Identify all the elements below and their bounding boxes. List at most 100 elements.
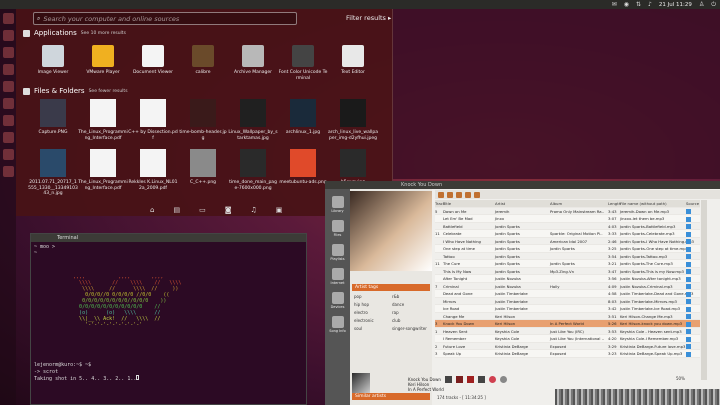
filter-results-button[interactable]: Filter results ▸ xyxy=(346,14,391,22)
volume-icon[interactable]: ♪ xyxy=(648,0,652,9)
table-row[interactable]: I Remember Keyshia Cole Just Like You (Int… xyxy=(435,335,700,343)
music-sidebar-item[interactable]: Library xyxy=(325,189,350,213)
table-row[interactable]: 7 Criminal Justin Nozuka Holly 4:09 Justin No… xyxy=(435,283,700,290)
play-button[interactable] xyxy=(456,376,463,383)
edit-icon[interactable] xyxy=(465,191,471,198)
result-item[interactable]: Font Color Unicode Terminal xyxy=(278,45,328,81)
launcher-item[interactable] xyxy=(2,166,14,177)
result-item[interactable]: Image Viewer xyxy=(28,45,78,81)
shuffle-icon[interactable] xyxy=(474,191,480,198)
table-row[interactable]: I Who Have Nothing Jordin Sparks American … xyxy=(435,238,700,245)
open-icon[interactable] xyxy=(447,191,453,198)
result-item[interactable]: Document Viewer xyxy=(128,45,178,81)
search-input[interactable]: ⌕ Search your computer and online source… xyxy=(33,12,297,25)
table-row[interactable]: Change Me Keri Hilson 3:51 Keri Hilson-Chan… xyxy=(435,313,700,320)
music-sidebar-item[interactable]: Song Info xyxy=(325,309,350,333)
result-item[interactable]: Capture.PNG xyxy=(28,99,78,141)
launcher-item[interactable] xyxy=(2,98,14,109)
column-header[interactable]: File name (without path) xyxy=(620,200,686,207)
result-item[interactable]: Archive Manager xyxy=(228,45,278,81)
apps-lens-icon[interactable]: ▤ xyxy=(173,206,180,214)
table-row[interactable]: Let Em' Be Mad Jinxx 3:07 jinxxx-let them b… xyxy=(435,215,700,223)
launcher-item[interactable] xyxy=(2,30,14,41)
result-item[interactable]: archlinux_1.jpg xyxy=(278,99,328,141)
column-header[interactable]: Title xyxy=(443,200,495,207)
table-row[interactable]: 3 Knock You Down Keri Hilson In A Perfect W… xyxy=(435,320,700,328)
result-item[interactable]: The_Linux_Programming_Interface.pdf xyxy=(78,99,128,141)
artist-tag[interactable]: club xyxy=(392,318,430,323)
result-item[interactable]: time-bomb-header.jpg xyxy=(178,99,228,141)
result-item[interactable]: meetubuntu-ads.png xyxy=(278,149,328,197)
launcher-item[interactable] xyxy=(2,149,14,160)
result-item[interactable]: VMware Player xyxy=(78,45,128,81)
result-item[interactable]: C++ by Dissection.pdf xyxy=(128,99,178,141)
mail-icon[interactable]: ✉ xyxy=(612,0,617,9)
column-header[interactable]: Album xyxy=(550,200,608,207)
result-item[interactable]: The_Linux_Programming_Interface.pdf xyxy=(78,149,128,197)
result-item[interactable]: Rekkles K.Linux_NL012a_2009.pdf xyxy=(128,149,178,197)
stop-button[interactable] xyxy=(467,376,474,383)
column-header[interactable]: Track xyxy=(435,200,445,207)
table-row[interactable]: One step at time Jordin Sparks Jordin Spar… xyxy=(435,245,700,253)
files-more-link[interactable]: See fewer results xyxy=(89,89,128,94)
home-lens-icon[interactable]: ⌂ xyxy=(150,206,154,214)
music-sidebar-item[interactable]: Devices xyxy=(325,285,350,309)
artist-tag[interactable]: hip hop xyxy=(354,302,392,307)
new-playlist-icon[interactable] xyxy=(438,191,444,198)
files-lens-icon[interactable]: ▭ xyxy=(199,206,206,214)
artist-tag[interactable]: pop xyxy=(354,294,392,299)
table-row[interactable]: 11 Celebrate Jordin Sparks Sparkle: Origina… xyxy=(435,230,700,238)
photos-lens-icon[interactable]: ▣ xyxy=(276,206,283,214)
artist-tag[interactable]: soul xyxy=(354,326,392,331)
result-item[interactable]: time_done_main_page-7600x000.png xyxy=(228,149,278,197)
power-icon[interactable]: ⏻ xyxy=(711,0,716,9)
launcher-item[interactable] xyxy=(2,64,14,75)
column-header[interactable]: Length xyxy=(608,200,621,207)
result-item[interactable]: C_C++.png xyxy=(178,149,228,197)
launcher-item[interactable] xyxy=(2,115,14,126)
table-row[interactable]: Ice Road Justin Timberlake 3:42 Justin Timb… xyxy=(435,305,700,313)
ban-button[interactable] xyxy=(500,376,507,383)
music-sidebar-item[interactable]: Playlists xyxy=(325,237,350,261)
table-row[interactable]: 3 Speak Up Kristinia DeBarge Exposed 3:23 Kri… xyxy=(435,350,700,358)
table-row[interactable]: Mirrors Justin Timberlake 8:03 Justin Timbe… xyxy=(435,298,700,305)
table-row[interactable]: Battlefield Jordin Sparks 4:03 Jordin Spark… xyxy=(435,223,700,230)
network-icon[interactable]: ⇅ xyxy=(636,0,641,9)
table-row[interactable]: After Tonight Justin Nozuka 3:56 Justin Noz… xyxy=(435,275,700,283)
table-row[interactable]: 5 Down on Me Jeremih Promo Only Mainstream … xyxy=(435,208,700,215)
music-sidebar-item[interactable]: Files xyxy=(325,213,350,237)
table-row[interactable]: Dead and Gone Justin Timberlake 4:58 Justin… xyxy=(435,290,700,298)
result-item[interactable]: arch_linux_live_wallpaper_img-d2yfhui.jp… xyxy=(328,99,378,141)
artist-tag[interactable]: electronic xyxy=(354,318,392,323)
column-header[interactable]: Source xyxy=(686,200,700,207)
artist-tag[interactable]: electro xyxy=(354,310,392,315)
table-row[interactable]: 1 Heaven Sent Keyshia Cole Just Like You (I… xyxy=(435,328,700,335)
artist-tag[interactable]: r&b xyxy=(392,294,430,299)
previous-button[interactable] xyxy=(445,376,452,383)
launcher-item[interactable] xyxy=(2,47,14,58)
applications-more-link[interactable]: See 10 more results xyxy=(81,31,126,36)
save-icon[interactable] xyxy=(456,191,462,198)
result-item[interactable]: calibre xyxy=(178,45,228,81)
column-header[interactable]: Artist xyxy=(495,200,550,207)
similar-artists-header[interactable]: Similar artists xyxy=(352,393,430,400)
music-lens-icon[interactable]: ♫ xyxy=(251,206,257,214)
next-button[interactable] xyxy=(478,376,485,383)
table-row[interactable]: Tattoo Jordin Sparks 3:54 Jordin Sparks-Tat… xyxy=(435,253,700,260)
chat-icon[interactable]: ◉ xyxy=(624,0,629,9)
table-row[interactable]: 11 The Cure Jordin Sparks Jordin Sparks 3:21… xyxy=(435,260,700,268)
table-row[interactable]: 2 Future Love Kristinia DeBarge Exposed 3:29… xyxy=(435,343,700,350)
result-item[interactable]: 2011.07.71_20717_1555_1330__1334910343_n… xyxy=(28,149,78,197)
result-item[interactable]: Linux_Wallpaper_by_starktamas.jpg xyxy=(228,99,278,141)
artist-tag[interactable]: singer-songwriter xyxy=(392,326,430,331)
clock[interactable]: 21 Jul 11:29 xyxy=(659,2,692,8)
artist-tag[interactable]: rap xyxy=(392,310,430,315)
love-button[interactable] xyxy=(489,376,496,383)
user-icon[interactable]: ♙ xyxy=(699,0,704,9)
artist-tag[interactable]: dance xyxy=(392,302,430,307)
table-row[interactable]: This Is My Now Jordin Sparks Mp3.Zing.Vn 3:… xyxy=(435,268,700,275)
artist-tags-header[interactable]: Artist tags xyxy=(352,284,430,291)
launcher-item[interactable] xyxy=(2,81,14,92)
terminal-body[interactable]: ~ moo > ~ xyxy=(31,242,306,258)
launcher-item[interactable] xyxy=(2,132,14,143)
